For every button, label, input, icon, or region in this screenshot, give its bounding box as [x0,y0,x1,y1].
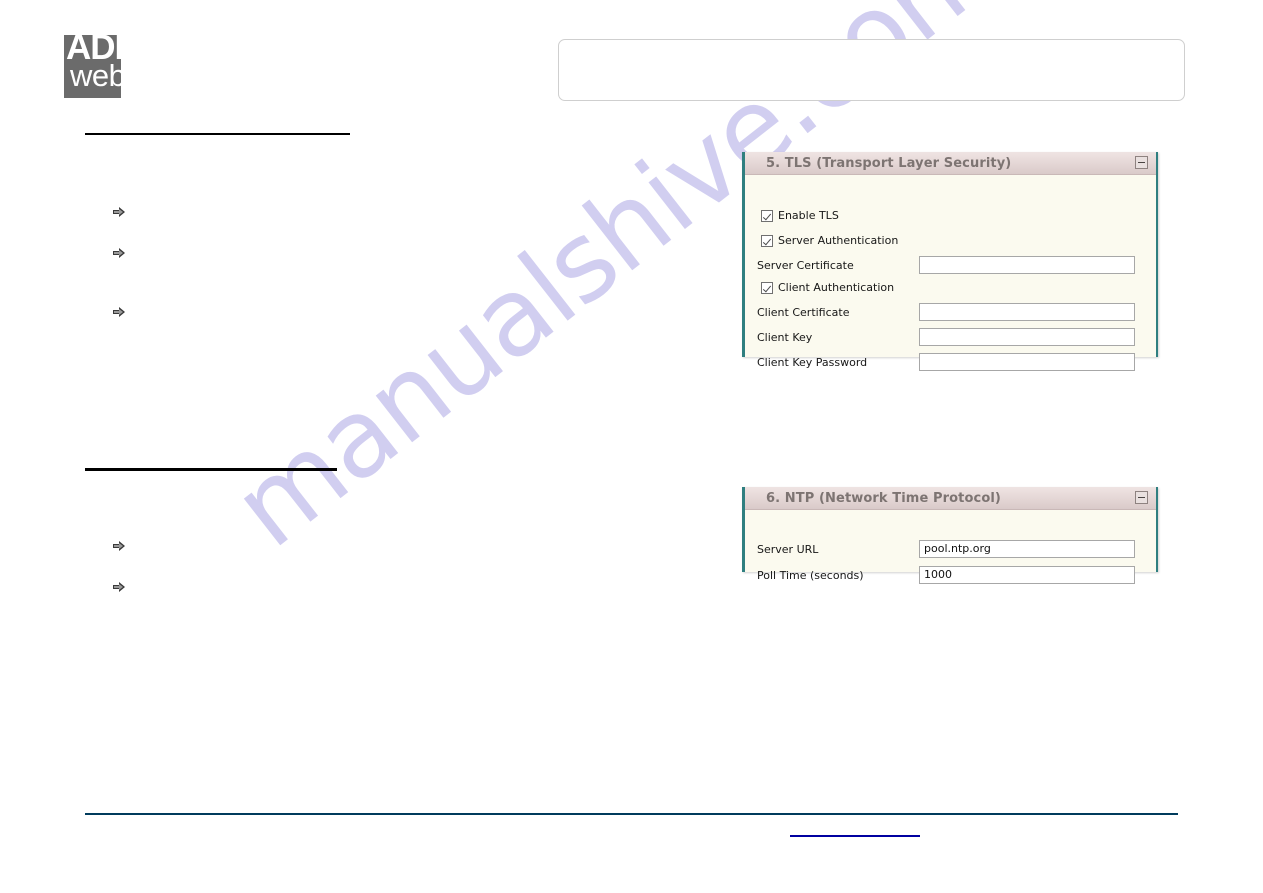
minimize-icon[interactable] [1135,491,1148,504]
list-item [112,246,136,260]
tls-panel-title: 5. TLS (Transport Layer Security) [766,155,1012,171]
adfweb-logo: ADF web [64,35,121,98]
section-divider-2 [85,468,337,471]
client-authentication-checkbox-row[interactable]: Client Authentication [761,281,894,294]
server-certificate-input[interactable] [919,256,1135,274]
arrow-bullet-icon [112,581,126,595]
enable-tls-label: Enable TLS [778,209,839,222]
tls-panel: 5. TLS (Transport Layer Security) Enable… [742,152,1158,371]
server-url-input[interactable]: pool.ntp.org [919,540,1135,558]
client-key-password-label: Client Key Password [757,356,868,369]
client-certificate-label: Client Certificate [757,306,850,319]
footer-divider [85,813,1178,815]
list-item [112,539,136,553]
logo-line-web: web [70,58,121,93]
poll-time-label: Poll Time (seconds) [757,569,864,582]
server-authentication-checkbox-row[interactable]: Server Authentication [761,234,898,247]
ntp-panel-title: 6. NTP (Network Time Protocol) [766,490,1001,506]
server-url-label: Server URL [757,543,819,556]
enable-tls-checkbox-row[interactable]: Enable TLS [761,209,839,222]
logo-mask: ADF web [64,35,121,98]
poll-time-input[interactable]: 1000 [919,566,1135,584]
list-item [112,305,136,319]
client-key-input[interactable] [919,328,1135,346]
document-title-box [558,39,1185,101]
section-divider-1 [85,133,350,135]
server-authentication-checkbox[interactable] [761,234,773,247]
client-certificate-input[interactable] [919,303,1135,321]
server-certificate-label: Server Certificate [757,259,854,272]
minimize-icon[interactable] [1135,156,1148,169]
client-key-password-input[interactable] [919,353,1135,371]
arrow-bullet-icon [112,540,126,554]
list-item [112,205,136,219]
list-item [112,580,136,594]
arrow-bullet-icon [112,206,126,220]
client-authentication-checkbox[interactable] [761,281,773,294]
client-key-label: Client Key [757,331,813,344]
tls-panel-header: 5. TLS (Transport Layer Security) [745,152,1156,175]
arrow-bullet-icon [112,306,126,320]
footer-website-link[interactable] [790,822,920,837]
enable-tls-checkbox[interactable] [761,209,773,222]
arrow-bullet-icon [112,247,126,261]
ntp-panel: 6. NTP (Network Time Protocol) Server UR… [742,487,1158,584]
ntp-panel-header: 6. NTP (Network Time Protocol) [745,487,1156,510]
server-authentication-label: Server Authentication [778,234,899,247]
client-authentication-label: Client Authentication [778,281,895,294]
